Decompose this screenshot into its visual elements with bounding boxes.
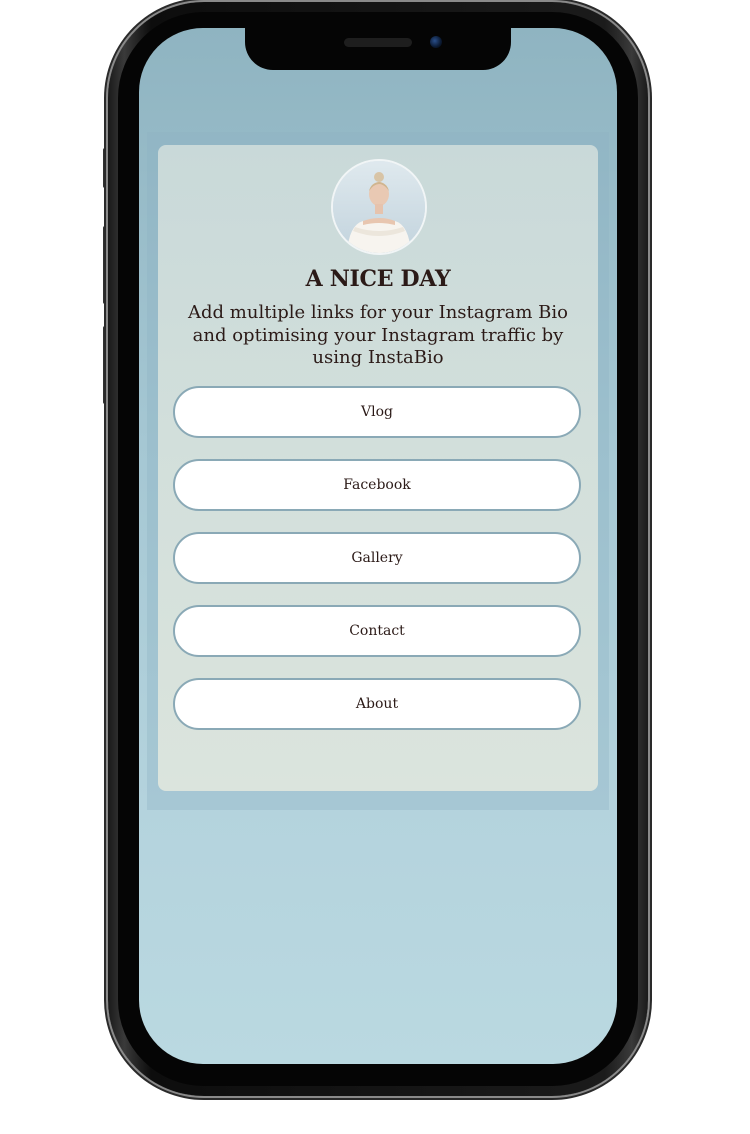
link-button-contact[interactable]: Contact xyxy=(173,605,581,657)
front-camera xyxy=(430,36,442,48)
link-button-vlog[interactable]: Vlog xyxy=(173,386,581,438)
link-button-facebook[interactable]: Facebook xyxy=(173,459,581,511)
link-button-gallery[interactable]: Gallery xyxy=(173,532,581,584)
page-description: Add multiple links for your Instagram Bi… xyxy=(188,302,568,368)
link-button-about[interactable]: About xyxy=(173,678,581,730)
mockup-stage: A NICE DAY Add multiple links for your I… xyxy=(0,0,750,1134)
speaker-grille xyxy=(344,38,412,47)
avatar xyxy=(331,159,427,255)
page-title: A NICE DAY xyxy=(305,266,451,292)
avatar-photo xyxy=(333,161,425,253)
phone-notch xyxy=(245,26,511,70)
